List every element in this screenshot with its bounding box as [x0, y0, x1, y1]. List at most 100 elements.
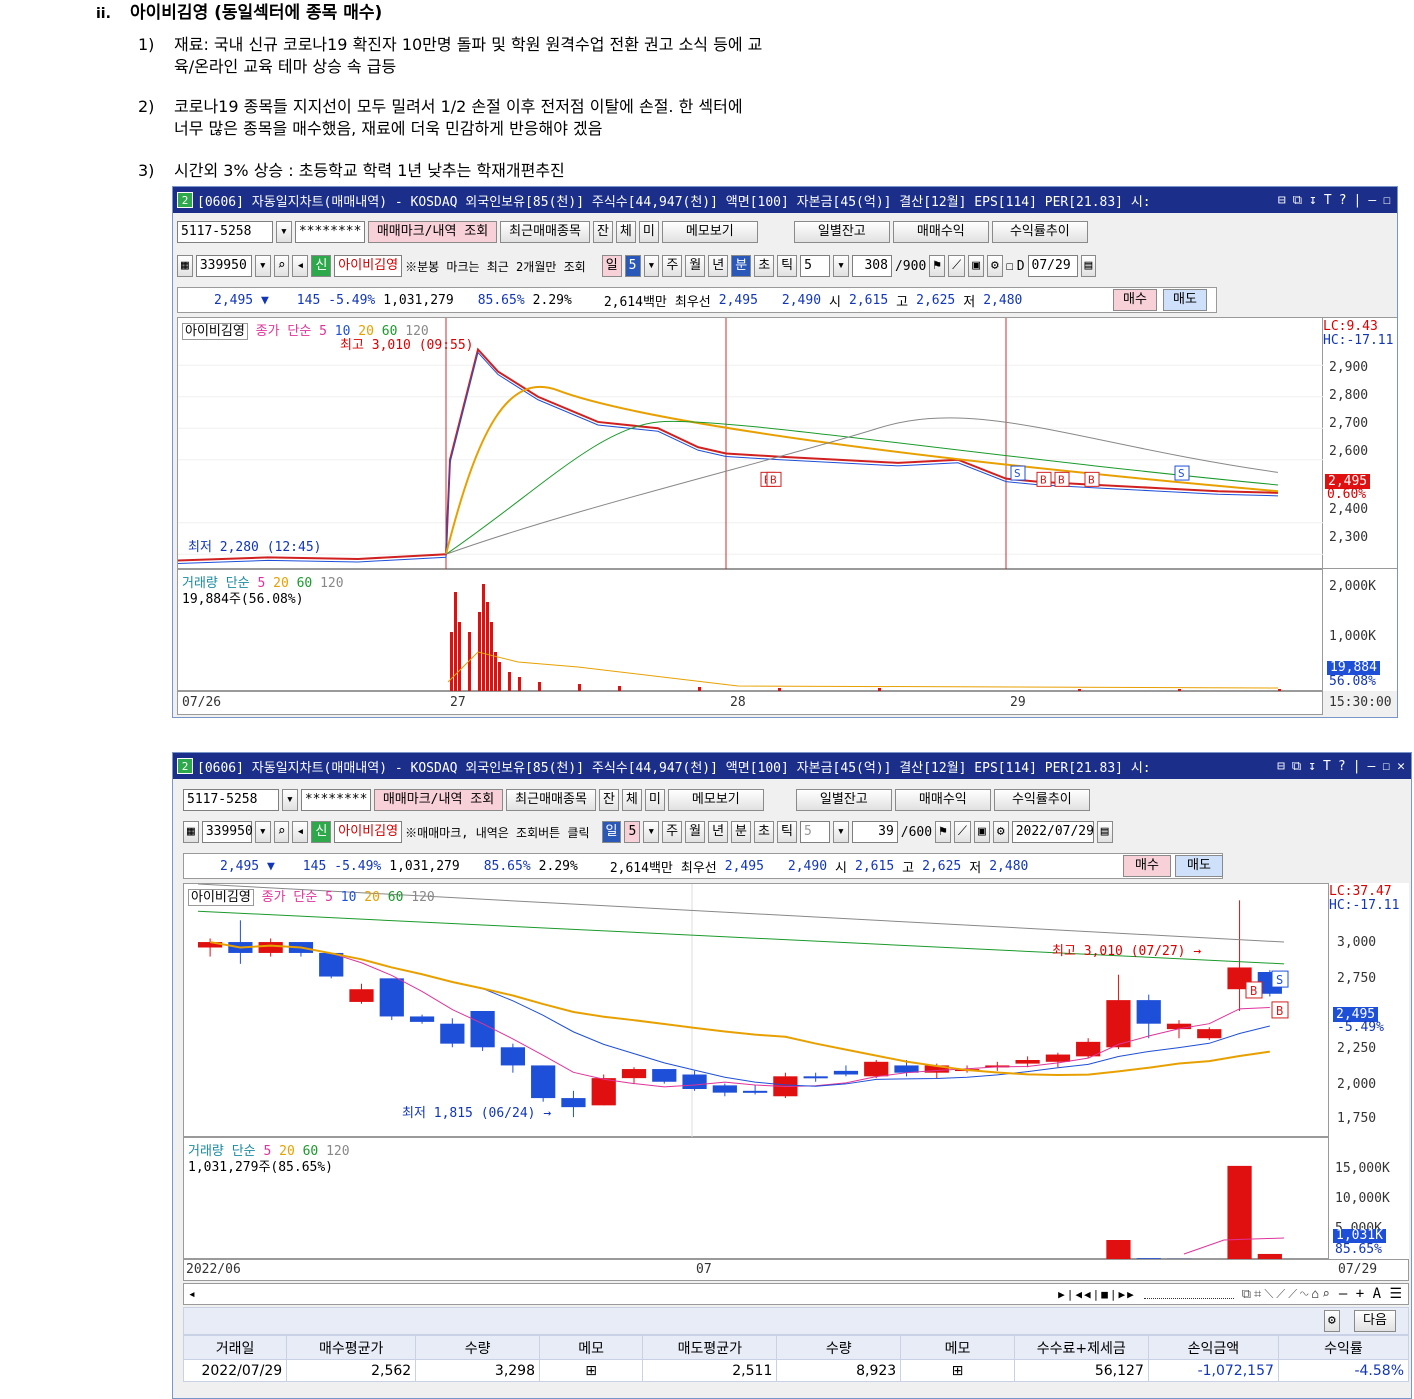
- chart-menu-icon[interactable]: ▦: [177, 255, 193, 277]
- indicator-icon[interactable]: ⚑: [935, 821, 951, 843]
- layout-icon[interactable]: ⊟: [1277, 759, 1285, 774]
- period-year[interactable]: 년: [708, 255, 729, 277]
- period-year[interactable]: 년: [708, 821, 729, 843]
- chart-menu-icon[interactable]: ▦: [183, 821, 199, 843]
- daily-price-chart-panel[interactable]: B S B 아이비김영 종가 단순 5 10 20 60 120 최고 3,010 …: [183, 883, 1330, 1138]
- date-input[interactable]: 07/29: [1027, 255, 1078, 277]
- daily-volume-chart-panel[interactable]: 거래량 단순 5 20 60 120 1,031,279주(85.65%): [183, 1137, 1330, 1260]
- period-minute[interactable]: 분: [731, 255, 752, 277]
- trade-mark-query-button[interactable]: 매매마크/내역 조회: [367, 221, 498, 243]
- daily-balance-button[interactable]: 일별잔고: [793, 221, 890, 243]
- column-header[interactable]: 매도평균가: [642, 1335, 778, 1360]
- code-dropdown[interactable]: ▾: [254, 255, 271, 277]
- help-icon[interactable]: ?: [1339, 193, 1347, 208]
- close-icon[interactable]: ✕: [1397, 759, 1405, 774]
- period-week[interactable]: 주: [662, 255, 683, 277]
- memo-view-button[interactable]: 메모보기: [667, 789, 764, 811]
- pin-icon[interactable]: ↧: [1308, 759, 1316, 774]
- period-month[interactable]: 월: [685, 821, 706, 843]
- date-input[interactable]: 2022/07/29: [1011, 821, 1094, 843]
- period-num[interactable]: 5: [624, 255, 641, 277]
- settings-icon[interactable]: ⚙: [987, 255, 1003, 277]
- layout-icon[interactable]: ⊟: [1278, 193, 1286, 208]
- scroll-left-icon[interactable]: ◂: [184, 1287, 200, 1302]
- trade-profit-button[interactable]: 매매수익: [892, 221, 989, 243]
- d-checkbox[interactable]: ☐: [1006, 259, 1014, 274]
- memo-icon[interactable]: ⊞: [900, 1359, 1015, 1382]
- calendar-icon[interactable]: ▤: [1096, 821, 1113, 843]
- draw-icon[interactable]: ⟋: [953, 821, 972, 843]
- price-chart[interactable]: BBSBBBS: [178, 318, 1324, 570]
- table-settings-icon[interactable]: ⚙: [1324, 1310, 1340, 1332]
- password-input[interactable]: ********: [294, 221, 365, 243]
- interval-input[interactable]: 5: [800, 255, 831, 277]
- unexecuted-button[interactable]: 미: [638, 221, 659, 243]
- column-header[interactable]: 수량: [415, 1335, 541, 1360]
- period-day[interactable]: 일: [601, 821, 622, 843]
- interval-input[interactable]: 5: [799, 821, 830, 843]
- font-icon[interactable]: T: [1323, 759, 1331, 774]
- account-input[interactable]: 5117-5258: [177, 221, 273, 243]
- column-header[interactable]: 메모: [539, 1335, 644, 1360]
- balance-button[interactable]: 잔: [598, 789, 619, 811]
- buy-button[interactable]: 매수: [1113, 289, 1157, 311]
- executed-button[interactable]: 체: [621, 789, 642, 811]
- stock-code-input[interactable]: 339950: [195, 255, 252, 277]
- indicator-icon[interactable]: ⚑: [929, 255, 946, 277]
- price-chart-panel[interactable]: BBSBBBS 아이비김영 종가 단순 5 10 20 60 120 최고 3,…: [177, 317, 1324, 570]
- period-minute[interactable]: 분: [731, 821, 752, 843]
- account-dropdown[interactable]: ▾: [276, 221, 292, 243]
- period-week[interactable]: 주: [662, 821, 683, 843]
- recent-trades-button[interactable]: 최근매매종목: [500, 221, 590, 243]
- return-trend-button[interactable]: 수익률추이: [993, 789, 1090, 811]
- period-month[interactable]: 월: [685, 255, 706, 277]
- save-icon[interactable]: ▣: [968, 255, 985, 277]
- daily-volume-chart[interactable]: [184, 1138, 1330, 1260]
- period-dropdown[interactable]: ▾: [643, 821, 660, 843]
- trade-profit-button[interactable]: 매매수익: [894, 789, 991, 811]
- interval-dropdown[interactable]: ▾: [832, 821, 849, 843]
- zoom-controls[interactable]: — + A ☰: [1333, 1286, 1408, 1302]
- next-button[interactable]: 다음: [1354, 1310, 1396, 1332]
- table-row[interactable]: 2022/07/29 2,562 3,298 ⊞ 2,511 8,923 ⊞ 56,127 -1…: [182, 1359, 1410, 1382]
- column-header[interactable]: 거래일: [182, 1335, 288, 1360]
- sound-icon[interactable]: ◂: [292, 821, 309, 843]
- volume-chart-panel[interactable]: 거래량 단순 5 20 60 120 19,884주(56.08%): [177, 569, 1323, 692]
- memo-icon[interactable]: ⊞: [539, 1359, 644, 1382]
- column-header[interactable]: 수익률: [1277, 1335, 1410, 1360]
- calendar-icon[interactable]: ▤: [1080, 255, 1097, 277]
- account-input[interactable]: 5117-5258: [183, 789, 279, 811]
- column-header[interactable]: 손익금액: [1147, 1335, 1279, 1360]
- interval-dropdown[interactable]: ▾: [833, 255, 849, 277]
- period-second[interactable]: 초: [754, 255, 775, 277]
- daily-price-chart[interactable]: B S B: [184, 884, 1330, 1138]
- settings-icon[interactable]: ⚙: [992, 821, 1009, 843]
- unexecuted-button[interactable]: 미: [644, 789, 665, 811]
- column-header[interactable]: 수량: [776, 1335, 902, 1360]
- trade-mark-query-button[interactable]: 매매마크/내역 조회: [373, 789, 504, 811]
- return-trend-button[interactable]: 수익률추이: [991, 221, 1088, 243]
- period-dropdown[interactable]: ▾: [643, 255, 660, 277]
- sell-button[interactable]: 매도: [1163, 289, 1207, 311]
- copy-icon[interactable]: ⧉: [1292, 759, 1301, 774]
- password-input[interactable]: ********: [300, 789, 371, 811]
- search-icon[interactable]: ⌕: [273, 255, 290, 277]
- search-icon[interactable]: ⌕: [273, 821, 290, 843]
- pin-icon[interactable]: ↧: [1309, 193, 1317, 208]
- minimize-icon[interactable]: —: [1368, 759, 1376, 774]
- period-second[interactable]: 초: [754, 821, 774, 843]
- font-icon[interactable]: T: [1324, 193, 1332, 208]
- stock-code-input[interactable]: 339950: [201, 821, 253, 843]
- period-tick[interactable]: 틱: [777, 255, 798, 277]
- copy-icon[interactable]: ⧉: [1293, 193, 1302, 208]
- zoom-slider[interactable]: [1143, 1289, 1234, 1299]
- playback-controls[interactable]: ▶|◀◀|■|▶▶: [1058, 1288, 1136, 1301]
- account-dropdown[interactable]: ▾: [282, 789, 298, 811]
- buy-button[interactable]: 매수: [1123, 855, 1171, 877]
- recent-trades-button[interactable]: 최근매매종목: [506, 789, 596, 811]
- period-tick[interactable]: 틱: [776, 821, 797, 843]
- drawing-tools[interactable]: ⧉⌗⟍⟋⟋∿⌂⌕: [1242, 1287, 1333, 1302]
- minimize-icon[interactable]: —: [1368, 193, 1376, 208]
- bar-count-input[interactable]: 308: [851, 255, 892, 277]
- maximize-icon[interactable]: ☐: [1382, 759, 1390, 774]
